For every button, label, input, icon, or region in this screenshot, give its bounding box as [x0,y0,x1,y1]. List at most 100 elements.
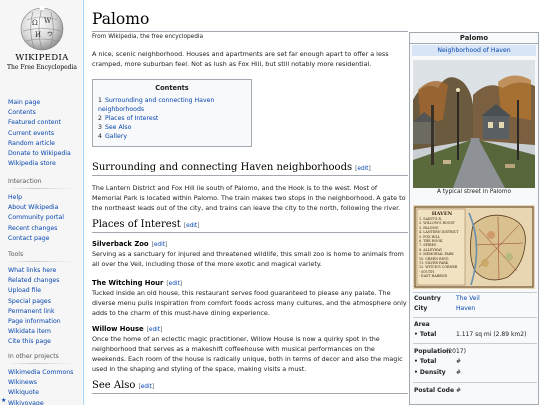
infobox-label: • Total [414,358,437,365]
subheading-silverback-zoo: Silverback Zoo [edit] [92,240,167,248]
sidebar-item-main-page[interactable]: Main page [8,98,80,108]
infobox-label: Country [414,295,441,302]
nav-other-projects: In other projects Wikimedia Commons Wikin… [8,353,80,405]
svg-text:И: И [35,31,41,39]
infobox-row-city: City Haven [414,305,538,312]
edit-link[interactable]: edit [149,327,160,333]
subheading-witching-hour: The Witching Hour [edit] [92,279,182,287]
infobox-population-year: (2017) [446,348,466,355]
toc-item[interactable]: 1 Surrounding and connecting Haven neighb… [98,96,246,114]
infobox-row-population-total: • Total # [414,358,538,365]
infobox-area-value: 1.117 sq mi (2.89 km2) [456,331,527,338]
paragraph-silverback-zoo: Serving as a sanctuary for injured and t… [92,250,404,268]
sidebar: Ω W И ウ WIKIPEDIA The Free Encyclopedia … [0,0,82,405]
nav-divider [8,261,74,262]
infobox-row-area: Area [414,321,538,328]
infobox-divider [413,343,537,344]
toc-label: See Also [104,124,132,131]
nav-tools: Tools What links here Related changes Uplo… [8,251,80,348]
puzzle-globe-icon: Ω W И ウ [20,6,64,51]
infobox-row-country: Country The Veil [414,295,538,302]
sidebar-item-page-information[interactable]: Page information [8,317,80,327]
infobox-country-link[interactable]: The Veil [456,295,480,302]
sidebar-item-what-links-here[interactable]: What links here [8,266,80,276]
sidebar-item-community-portal[interactable]: Community portal [8,213,80,223]
svg-text:W: W [44,17,52,25]
sidebar-item-donate-to-wikipedia[interactable]: Donate to Wikipedia [8,149,80,159]
paragraph-willow-house: Once the home of an eclectic magic pract… [92,335,403,373]
edit-subsection: [edit] [146,327,163,333]
infobox-density-value: # [456,369,462,376]
sidebar-item-wikiquote[interactable]: Wikiquote [8,388,80,398]
map-legend-item: - EAST HARBOR [419,274,447,279]
sidebar-item-about-wikipedia[interactable]: About Wikipedia [8,203,80,213]
paragraph-witching-hour: Tucked inside an old house, this restaur… [92,289,407,317]
map-legend-item: 4. LANTERN DISTRICT [419,230,459,235]
edit-link[interactable]: edit [141,384,152,390]
street-photo[interactable] [413,60,535,188]
subheading-text: The Witching Hour [92,279,164,287]
infobox-divider [413,292,537,293]
sidebar-item-featured-content[interactable]: Featured content [8,118,80,128]
edit-link[interactable]: edit [154,242,165,248]
sidebar-item-special-pages[interactable]: Special pages [8,297,80,307]
sidebar-item-help[interactable]: Help [8,193,80,203]
logo-tagline: The Free Encyclopedia [7,64,77,71]
edit-section-places: [edit] [183,223,200,229]
infobox-label: Area [414,321,430,328]
edit-subsection: [edit] [151,242,168,248]
infobox-population-value: # [456,358,462,365]
haven-map[interactable]: HAVEN 1. SAINT'S R. 2. WILLOW'S ROOST 3. P… [413,205,535,289]
sidebar-item-upload-file[interactable]: Upload file [8,286,80,296]
map-legend: HAVEN 1. SAINT'S R. 2. WILLOW'S ROOST 3. P… [419,211,465,279]
sidebar-item-random-article[interactable]: Random article [8,139,80,149]
sidebar-item-wikivoyage[interactable]: Wikivoyage [8,399,80,405]
toc-item[interactable]: 4 Gallery [98,132,246,141]
edit-link[interactable]: edit [357,166,368,172]
infobox-divider [413,317,537,318]
toc-item[interactable]: 3 See Also [98,123,246,132]
infobox-postal-value: # [456,387,462,394]
sidebar-item-contact-page[interactable]: Contact page [8,234,80,244]
toc-number: 2 [98,115,102,122]
title-divider [92,31,408,32]
infobox-city-link[interactable]: Haven [456,305,475,312]
infobox-label: Postal Code [414,387,455,394]
wikipedia-logo[interactable]: Ω W И ウ WIKIPEDIA The Free Encyclopedia [7,4,77,86]
sidebar-item-wikipedia-store[interactable]: Wikipedia store [8,159,80,169]
sidebar-item-current-events[interactable]: Current events [8,129,80,139]
edit-link[interactable]: edit [186,223,197,229]
sidebar-item-contents[interactable]: Contents [8,108,80,118]
section-heading-surrounding: Surrounding and connecting Haven neighbo… [92,162,408,176]
table-of-contents: Contents 1 Surrounding and connecting Hav… [92,79,252,147]
edit-section-see-also: [edit] [138,384,155,390]
sidebar-item-wikimedia-commons[interactable]: Wikimedia Commons [8,368,80,378]
edit-link[interactable]: edit [169,281,180,287]
nav-heading-tools: Tools [8,251,24,258]
nav-interaction: Interaction Help About Wikipedia Community… [8,178,80,244]
svg-text:Ω: Ω [32,19,38,27]
infobox-row-area-total: • Total 1.117 sq mi (2.89 km2) [414,331,538,338]
sidebar-item-wikinews[interactable]: Wikinews [8,378,80,388]
article-content: Palomo From Wikipedia, the free encyclop… [83,0,540,405]
site-sub: From Wikipedia, the free encyclopedia [92,34,204,40]
nav-heading-interaction: Interaction [8,178,42,185]
edit-subsection: [edit] [166,281,183,287]
toc-label: Surrounding and connecting Haven neighbo… [98,97,215,113]
sidebar-item-wikidata-item[interactable]: Wikidata item [8,327,80,337]
subheading-willow-house: Willow House [edit] [92,325,162,333]
svg-text:ウ: ウ [47,30,53,38]
toc-number: 3 [98,124,102,131]
page-title: Palomo [92,10,150,28]
section-heading-see-also: See Also [edit] [92,380,408,394]
sidebar-item-recent-changes[interactable]: Recent changes [8,224,80,234]
sidebar-item-permanent-link[interactable]: Permanent link [8,307,80,317]
infobox-row-postal-code: Postal Code # [414,387,538,394]
subheading-text: Silverback Zoo [92,240,149,248]
edit-section-surrounding: [edit] [355,166,371,172]
sidebar-item-related-changes[interactable]: Related changes [8,276,80,286]
infobox-subtitle-link[interactable]: Neighborhood of Haven [412,45,536,56]
toc-item[interactable]: 2 Places of Interest [98,114,246,123]
infobox-row-population: Population(2017) [414,348,538,355]
sidebar-item-cite-this-page[interactable]: Cite this page [8,337,80,347]
